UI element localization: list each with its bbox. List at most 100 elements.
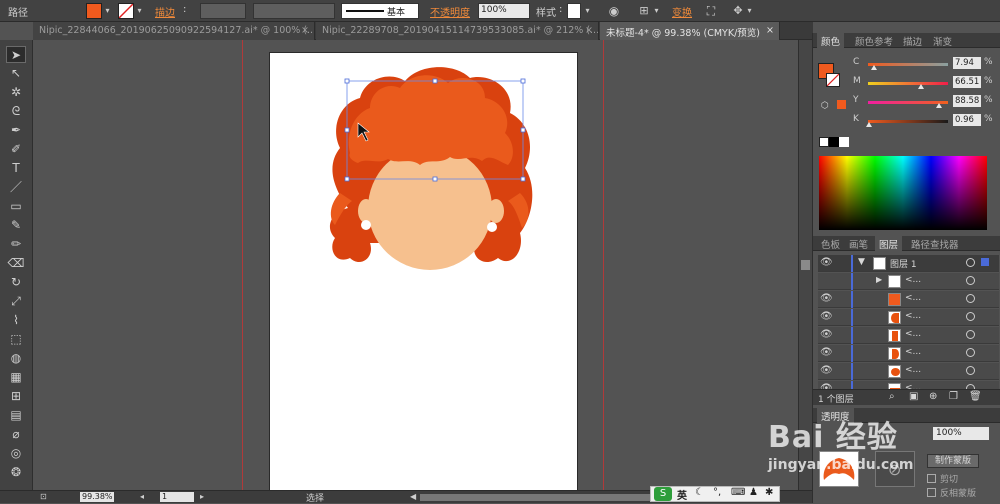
arrange-icon[interactable]: ✥ [731,4,745,18]
free-transform-tool-icon[interactable]: ⬚ [6,331,26,348]
recolor-icon[interactable]: ◉ [607,4,621,18]
graphic-style-swatch[interactable] [567,3,581,19]
slider-black[interactable]: K 0.96 % [853,114,999,128]
sublayer-name[interactable]: <... [905,329,921,339]
magenta-value-input[interactable]: 66.51 [953,76,981,88]
tab-pathfinder[interactable]: 路径查找器 [907,236,963,251]
tab-color-guide[interactable]: 颜色参考 [851,33,897,48]
stroke-color-swatch[interactable] [826,73,840,87]
cyan-value-input[interactable]: 7.94 [953,57,981,69]
variable-width-select[interactable] [253,3,335,19]
tab-layers[interactable]: 图层 [875,236,903,251]
layer-row[interactable]: 👁 <... [818,291,999,308]
chevron-down-icon[interactable]: ▾ [135,4,144,18]
layer-row[interactable]: ▶ <... [818,273,999,290]
slider-thumb[interactable] [918,84,925,89]
sublayer-name[interactable]: <... [905,275,921,285]
zoom-input[interactable]: 99.38% [80,492,114,502]
out-of-gamut-swatch[interactable] [837,100,846,109]
pencil-tool-icon[interactable]: ✏ [6,236,26,253]
wrench-icon[interactable]: ✱ [765,487,773,498]
layer-row[interactable]: 👁 <... [818,309,999,326]
eraser-tool-icon[interactable]: ⌫ [6,255,26,272]
align-icon[interactable]: ⊞ [637,4,651,18]
shape-builder-tool-icon[interactable]: ◍ [6,350,26,367]
layer-row[interactable]: 👁 <... [818,345,999,362]
next-artboard-icon[interactable]: ▸ [200,492,212,502]
layer-row[interactable]: 👁 <... [818,363,999,380]
fill-swatch[interactable] [86,3,102,19]
pen-tool-icon[interactable]: ✒ [6,122,26,139]
mesh-tool-icon[interactable]: ⊞ [6,388,26,405]
slider-thumb[interactable] [871,65,878,70]
target-icon[interactable] [966,348,975,357]
target-icon[interactable] [966,312,975,321]
clip-checkbox[interactable] [927,474,936,483]
isolate-icon[interactable]: ⛶ [703,4,719,18]
keyboard-icon[interactable]: ⌨ [731,487,745,498]
slider-thumb[interactable] [935,103,942,108]
perspective-grid-tool-icon[interactable]: ▦ [6,369,26,386]
magenta-track[interactable] [868,82,948,85]
transform-label[interactable]: 变换 [672,4,692,19]
chevron-down-icon[interactable]: ▾ [652,4,661,18]
selection-indicator[interactable] [981,258,989,266]
eye-icon[interactable]: 👁 [820,347,833,358]
target-icon[interactable] [966,258,975,267]
slider-yellow[interactable]: Y 88.58 % [853,95,999,109]
selection-tool-icon[interactable]: ➤ [6,46,26,63]
line-tool-icon[interactable]: ／ [6,179,26,196]
stroke-style-select[interactable]: 基本 [341,3,419,19]
stroke-label[interactable]: 描边 [155,4,175,19]
page-input[interactable]: 1 [160,492,194,502]
magic-wand-tool-icon[interactable]: ✲ [6,84,26,101]
opacity-label[interactable]: 不透明度 [430,4,470,19]
moon-icon[interactable]: ☾ [695,487,704,498]
direct-selection-tool-icon[interactable]: ↖ [6,65,26,82]
tab-stroke[interactable]: 描边 [899,33,926,48]
cube-icon[interactable]: ⬡ [821,101,829,111]
slider-cyan[interactable]: C 7.94 % [853,57,999,71]
lasso-tool-icon[interactable]: ᘓ [6,103,26,120]
user-icon[interactable]: ♟ [749,487,758,498]
hair-illustration[interactable] [270,53,579,490]
tab-document-3[interactable]: 未标题-4* @ 99.38% (CMYK/预览) × [600,22,780,40]
slider-thumb[interactable] [865,122,872,127]
paintbrush-tool-icon[interactable]: ✎ [6,217,26,234]
tab-brushes[interactable]: 画笔 [845,236,872,251]
none-swatch[interactable] [819,137,829,147]
tab-gradient[interactable]: 渐变 [929,33,956,48]
scale-tool-icon[interactable]: ⤢ [6,293,26,310]
sublayer-name[interactable]: <... [905,347,921,357]
rotate-tool-icon[interactable]: ↻ [6,274,26,291]
black-track[interactable] [868,120,948,123]
punctuation-icon[interactable]: °, [713,487,721,498]
expand-triangle-icon[interactable]: ▶ [876,275,882,284]
layer-row[interactable]: 👁 <... [818,327,999,344]
locate-object-icon[interactable]: ⌕ [889,391,895,402]
artboard[interactable] [269,52,578,490]
close-icon[interactable]: × [585,25,593,36]
curvature-tool-icon[interactable]: ✐ [6,141,26,158]
new-layer-icon[interactable]: ❐ [949,391,958,402]
scroll-thumb[interactable] [801,260,810,270]
invert-mask-checkbox[interactable] [927,488,936,497]
chevron-down-icon[interactable]: ▾ [745,4,754,18]
opacity-input[interactable]: 100% [478,3,530,19]
canvas-area[interactable] [33,40,798,490]
artboard-navigator-icon[interactable]: ⊡ [40,492,54,502]
transparency-opacity-input[interactable]: 100% [933,427,989,440]
quick-swatches[interactable] [819,137,849,148]
expand-triangle-icon[interactable]: ▼ [858,257,865,267]
type-tool-icon[interactable]: T [6,160,26,177]
eye-icon[interactable]: 👁 [820,329,833,340]
warp-tool-icon[interactable]: ⌇ [6,312,26,329]
target-icon[interactable] [966,366,975,375]
scroll-left-icon[interactable]: ◀ [410,492,419,502]
make-mask-button[interactable]: 制作蒙版 [927,454,979,468]
close-icon[interactable]: × [301,25,309,36]
black-value-input[interactable]: 0.96 [953,114,981,126]
sublayer-name[interactable]: <... [905,365,921,375]
tab-swatches[interactable]: 色板 [817,236,844,251]
stroke-weight-select[interactable] [200,3,246,19]
